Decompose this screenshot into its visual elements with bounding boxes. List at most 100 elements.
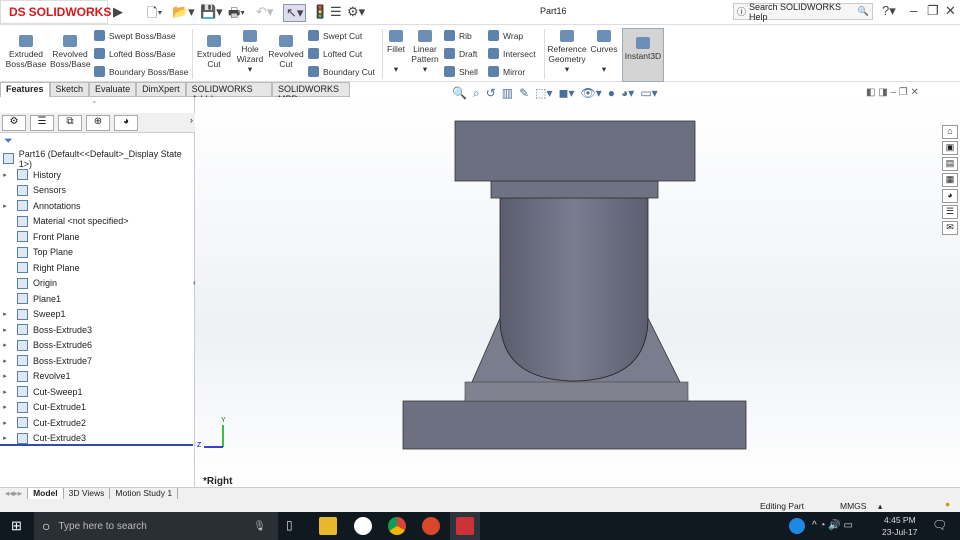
restore-icon[interactable]: ❐ bbox=[927, 3, 939, 19]
tab-sketch[interactable]: Sketch bbox=[49, 82, 90, 97]
expand-arrow-icon[interactable]: ▸ bbox=[0, 434, 10, 442]
intersect-button[interactable]: Intersect bbox=[488, 48, 536, 59]
expand-arrow-icon[interactable]: ▸ bbox=[0, 419, 10, 427]
expand-menu-icon[interactable]: ▶ bbox=[113, 4, 123, 20]
home-icon[interactable]: ⌂ bbox=[942, 125, 958, 139]
solidworks-logo[interactable]: DS SOLIDWORKS bbox=[0, 0, 111, 24]
dimxpertmanager-tab-icon[interactable]: ⊕ bbox=[86, 115, 110, 131]
file-explorer-taskbar-icon[interactable] bbox=[319, 517, 337, 535]
propertymanager-tab-icon[interactable]: ☰ bbox=[30, 115, 54, 131]
tab-features[interactable]: Features bbox=[0, 82, 50, 97]
swept-boss-button[interactable]: Swept Boss/Base bbox=[94, 30, 176, 41]
custom-properties-icon[interactable]: ☰ bbox=[942, 205, 958, 219]
hole-wizard-button[interactable]: Hole Wizard ▾ bbox=[233, 30, 267, 74]
chrome-taskbar-icon[interactable] bbox=[388, 517, 406, 535]
reference-geometry-button[interactable]: Reference Geometry ▾ bbox=[547, 30, 587, 74]
print-icon[interactable]: 🖶▾ bbox=[228, 4, 245, 26]
taskbar-search-input[interactable]: ○ Type here to search 🎙 bbox=[34, 512, 278, 540]
zoom-area-icon[interactable]: ⌕ bbox=[473, 86, 480, 101]
expand-arrow-icon[interactable]: ▸ bbox=[0, 341, 10, 349]
part-model[interactable] bbox=[195, 97, 960, 487]
panel-collapse-handle-icon[interactable]: ‹ bbox=[193, 278, 196, 287]
previous-view-icon[interactable]: ↺ bbox=[486, 86, 496, 101]
tree-item[interactable]: ▸ Cut-Sweep1 bbox=[0, 384, 193, 399]
clock-time[interactable]: 4:45 PM bbox=[884, 515, 916, 525]
forum-icon[interactable]: ✉ bbox=[942, 221, 958, 235]
configurationmanager-tab-icon[interactable]: ⧉ bbox=[58, 115, 82, 131]
save-icon[interactable]: 💾▾ bbox=[200, 4, 223, 20]
notifications-icon[interactable]: 🗨 bbox=[932, 518, 947, 532]
rebuild-icon[interactable]: 🚦 bbox=[312, 4, 328, 20]
extruded-cut-button[interactable]: Extruded Cut bbox=[196, 35, 232, 69]
filter-icon[interactable]: ⏷ bbox=[4, 135, 13, 148]
expand-arrow-icon[interactable]: ▸ bbox=[0, 202, 10, 210]
hide-show-icon[interactable]: 👁▾ bbox=[581, 86, 602, 101]
rib-button[interactable]: Rib bbox=[444, 30, 472, 41]
tree-item[interactable]: ▸ Annotations bbox=[0, 198, 193, 213]
units-dropdown-icon[interactable]: ▴ bbox=[878, 501, 882, 512]
displaymanager-tab-icon[interactable]: ◕ bbox=[114, 115, 138, 131]
panel-splitter-icon[interactable]: ◦ bbox=[93, 99, 95, 106]
linear-pattern-button[interactable]: Linear Pattern ▾ bbox=[409, 30, 441, 74]
clock-date[interactable]: 23-Jul-17 bbox=[882, 527, 917, 537]
zoom-to-fit-icon[interactable]: 🔍 bbox=[452, 86, 467, 101]
close-icon[interactable]: ✕ bbox=[945, 3, 956, 19]
tab-scroll-arrows-icon[interactable]: ◂◂▸▸ bbox=[0, 488, 29, 499]
swept-cut-button[interactable]: Swept Cut bbox=[308, 30, 362, 41]
minimize-icon[interactable]: – bbox=[910, 3, 917, 18]
curves-button[interactable]: Curves ▾ bbox=[590, 30, 618, 74]
tab-dimxpert[interactable]: DimXpert bbox=[136, 82, 186, 97]
tab-addins[interactable]: SOLIDWORKS Add-Ins bbox=[185, 82, 272, 104]
expand-arrow-icon[interactable]: ▸ bbox=[0, 372, 10, 380]
tree-item[interactable]: ▸ Boss-Extrude6 bbox=[0, 338, 193, 353]
tree-item[interactable]: ▸ Sweep1 bbox=[0, 307, 193, 322]
tree-item[interactable]: Origin bbox=[0, 276, 193, 291]
tab-3d-views[interactable]: 3D Views bbox=[64, 488, 111, 499]
undo-icon[interactable]: ↶▾ bbox=[256, 4, 273, 20]
tree-item[interactable]: ▸ Revolve1 bbox=[0, 369, 193, 384]
view-palette-icon[interactable]: ▦ bbox=[942, 173, 958, 187]
graphics-area[interactable]: Y Z bbox=[195, 97, 960, 487]
display-style-icon[interactable]: ◼▾ bbox=[559, 86, 575, 101]
tab-evaluate[interactable]: Evaluate bbox=[89, 82, 137, 97]
expand-arrow-icon[interactable]: ▸ bbox=[0, 171, 10, 179]
lofted-boss-button[interactable]: Lofted Boss/Base bbox=[94, 48, 176, 59]
help-tray-icon[interactable] bbox=[789, 518, 805, 534]
apply-scene-icon[interactable]: ◕▾ bbox=[621, 86, 634, 101]
dynamic-annotation-icon[interactable]: ✎ bbox=[519, 86, 529, 101]
appearances-icon[interactable]: ◕ bbox=[942, 189, 958, 203]
tree-item[interactable]: ▸ Boss-Extrude7 bbox=[0, 353, 193, 368]
tab-motion-study[interactable]: Motion Study 1 bbox=[110, 488, 179, 499]
revolved-cut-button[interactable]: Revolved Cut bbox=[268, 35, 304, 69]
file-properties-icon[interactable]: ☰ bbox=[330, 4, 342, 20]
tree-item[interactable]: ▸ Boss-Extrude3 bbox=[0, 322, 193, 337]
lofted-cut-button[interactable]: Lofted Cut bbox=[308, 48, 362, 59]
rebuild-status-icon[interactable]: ● bbox=[945, 499, 950, 509]
revolved-boss-button[interactable]: Revolved Boss/Base bbox=[50, 35, 91, 69]
featuremanager-tab-icon[interactable]: ⚙ bbox=[2, 115, 26, 131]
units-selector[interactable]: MMGS bbox=[840, 501, 866, 511]
wrap-button[interactable]: Wrap bbox=[488, 30, 523, 41]
mirror-button[interactable]: Mirror bbox=[488, 66, 525, 77]
tree-item[interactable]: Top Plane bbox=[0, 245, 193, 260]
tree-item[interactable]: ▸ Cut-Extrude1 bbox=[0, 400, 193, 415]
tree-item[interactable]: Sensors bbox=[0, 183, 193, 198]
expand-arrow-icon[interactable]: › bbox=[190, 115, 193, 130]
expand-arrow-icon[interactable]: ▸ bbox=[0, 403, 10, 411]
hp-taskbar-icon[interactable] bbox=[354, 517, 372, 535]
expand-arrow-icon[interactable]: ▸ bbox=[0, 357, 10, 365]
tab-model[interactable]: Model bbox=[28, 488, 64, 499]
help-search-input[interactable]: ⓘ Search SOLIDWORKS Help 🔍 bbox=[733, 2, 873, 22]
file-explorer-icon[interactable]: ▤ bbox=[942, 157, 958, 171]
tab-mbd[interactable]: SOLIDWORKS MBD bbox=[271, 82, 350, 104]
boundary-boss-button[interactable]: Boundary Boss/Base bbox=[94, 66, 188, 77]
draft-button[interactable]: Draft bbox=[444, 48, 477, 59]
new-document-icon[interactable]: 🗋▾ bbox=[147, 4, 162, 26]
edit-appearance-icon[interactable]: ● bbox=[608, 86, 615, 101]
expand-arrow-icon[interactable]: ▸ bbox=[0, 310, 10, 318]
view-settings-icon[interactable]: ▭▾ bbox=[640, 86, 657, 101]
extruded-boss-button[interactable]: Extruded Boss/Base bbox=[4, 35, 48, 69]
tree-item[interactable]: Right Plane bbox=[0, 260, 193, 275]
expand-arrow-icon[interactable]: ▸ bbox=[0, 388, 10, 396]
open-icon[interactable]: 📂▾ bbox=[172, 4, 195, 20]
